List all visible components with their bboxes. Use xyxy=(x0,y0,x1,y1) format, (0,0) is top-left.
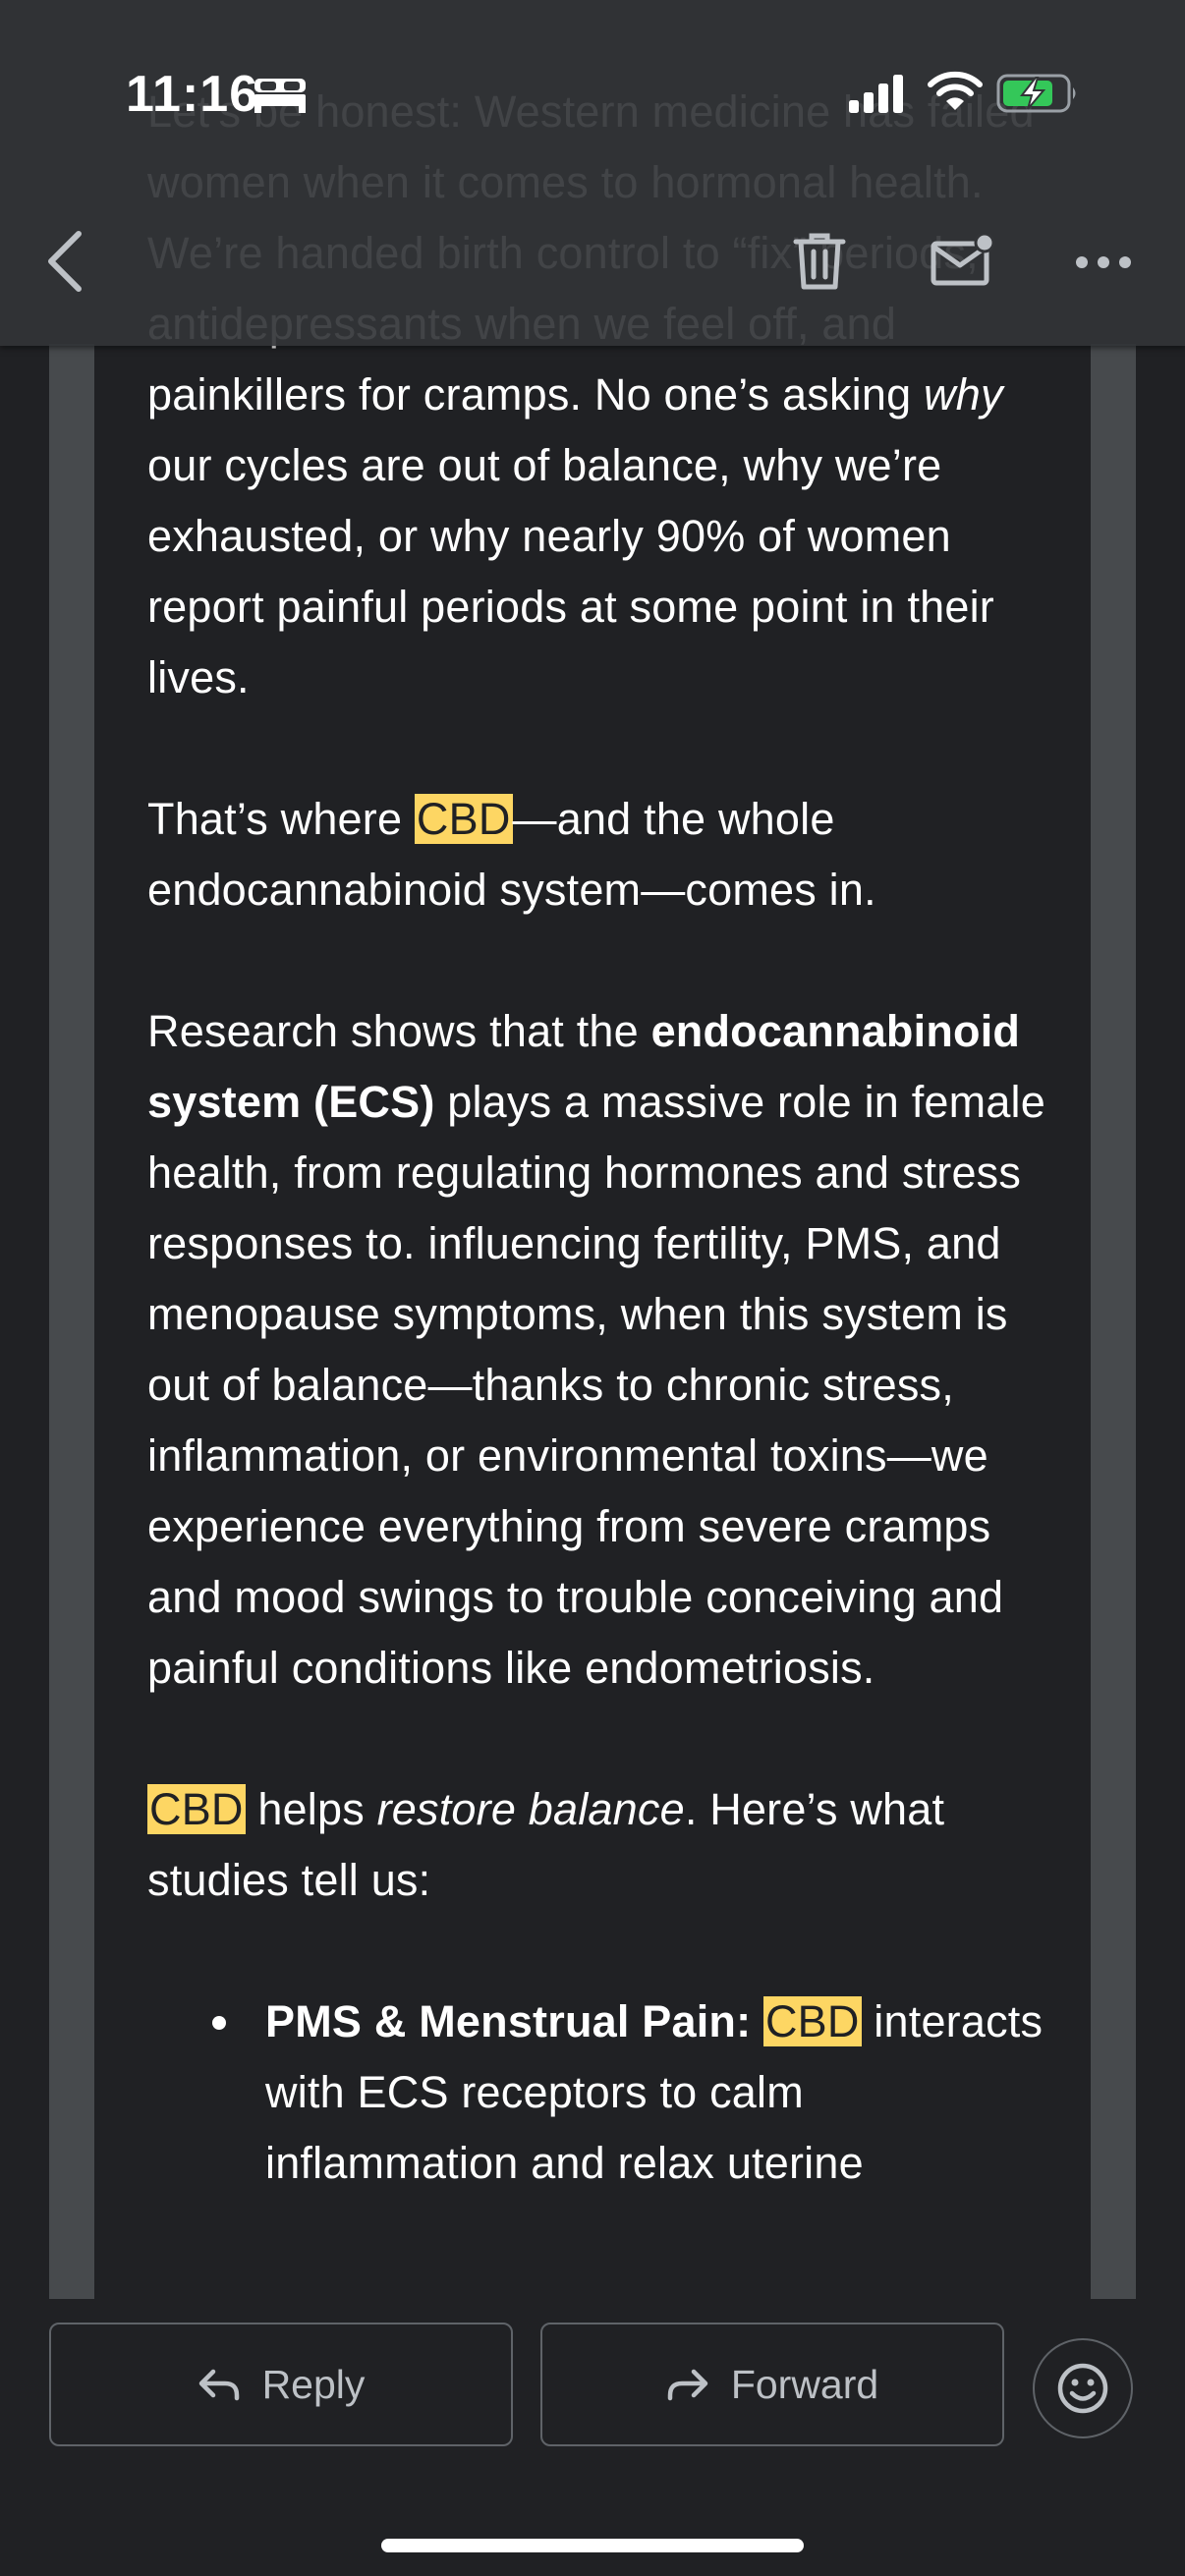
reply-icon xyxy=(198,2369,239,2401)
message-border-left xyxy=(49,344,94,2299)
email-bullet-list: PMS & Menstrual Pain: CBD interacts with… xyxy=(147,1987,1051,2199)
email-paragraph-2: That’s where CBD—and the whole endocanna… xyxy=(147,794,876,915)
mark-unread-mail-icon[interactable] xyxy=(930,234,994,289)
email-paragraph-3: Research shows that the endocannabinoid … xyxy=(147,1006,1045,1693)
email-body: Let’s be honest: Western medicine has fa… xyxy=(147,77,1051,2199)
reply-label: Reply xyxy=(261,2361,366,2407)
top-app-bar: 11:16 xyxy=(0,0,1185,346)
bullet-dot xyxy=(212,2016,226,2030)
cellular-signal-icon xyxy=(849,75,903,113)
emoji-reaction-button[interactable] xyxy=(1033,2338,1133,2438)
forward-icon xyxy=(667,2369,708,2401)
list-item: PMS & Menstrual Pain: CBD interacts with… xyxy=(212,1987,1051,2199)
message-border-right xyxy=(1091,344,1136,2299)
search-highlight: CBD xyxy=(762,1996,862,2046)
search-highlight: CBD xyxy=(147,1784,246,1834)
bed-icon xyxy=(254,79,306,113)
wifi-icon xyxy=(928,71,983,110)
status-time: 11:16 xyxy=(126,66,259,123)
bottom-action-bar: Reply Forward xyxy=(0,2299,1185,2576)
forward-button[interactable]: Forward xyxy=(540,2323,1004,2446)
reply-button[interactable]: Reply xyxy=(49,2323,513,2446)
more-options-icon[interactable] xyxy=(1075,255,1132,269)
home-indicator[interactable] xyxy=(381,2539,804,2552)
email-paragraph-4: CBD helps restore balance. Here’s what s… xyxy=(147,1784,945,1905)
search-highlight: CBD xyxy=(414,794,513,844)
back-chevron-icon[interactable] xyxy=(39,226,88,297)
smiley-icon xyxy=(1057,2363,1108,2414)
battery-charging-icon xyxy=(996,74,1076,113)
forward-label: Forward xyxy=(730,2361,879,2407)
trash-icon[interactable] xyxy=(792,232,847,291)
